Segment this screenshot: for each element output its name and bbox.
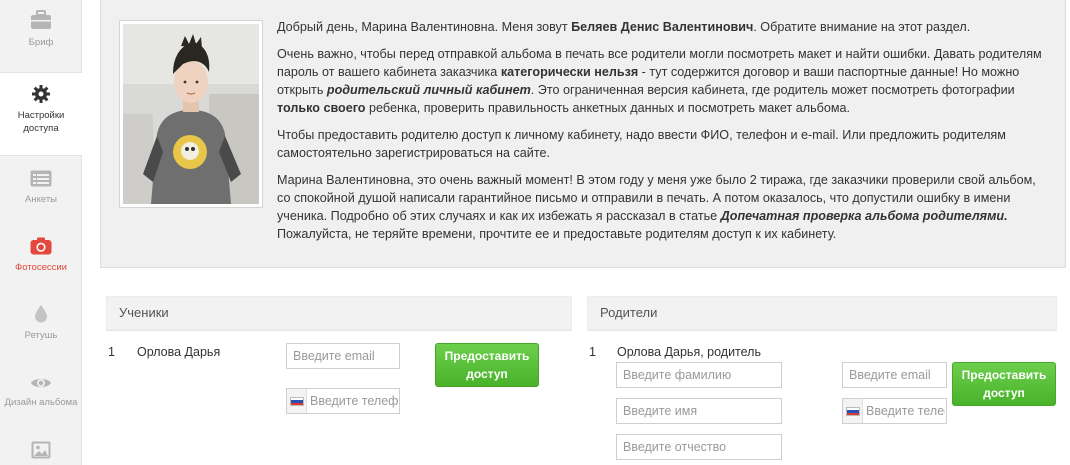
parent-row-number: 1 <box>589 345 596 359</box>
divider <box>106 330 572 331</box>
importance-paragraph: Очень важно, чтобы перед отправкой альбо… <box>277 47 1042 115</box>
sidebar-item-brief[interactable]: Бриф <box>0 10 82 60</box>
parent-firstname-input[interactable] <box>616 398 782 424</box>
sidebar-item-label: Дизайн альбома <box>4 397 78 408</box>
image-icon <box>31 441 51 459</box>
student-phone-field[interactable] <box>286 388 400 414</box>
article-link[interactable]: Допечатная проверка альбома родителями. <box>721 209 1008 223</box>
divider <box>587 330 1057 331</box>
list-icon <box>30 170 52 187</box>
parent-phone-field[interactable] <box>842 398 947 424</box>
sidebar-item-images[interactable] <box>0 441 82 463</box>
sidebar-item-label: Настройки доступа <box>17 110 65 134</box>
eye-icon <box>31 378 51 388</box>
russia-flag-icon <box>846 407 860 416</box>
parent-grant-access-button[interactable]: Предоставить доступ <box>952 362 1056 406</box>
sidebar-item-access-settings[interactable]: Настройки доступа <box>0 72 82 156</box>
sidebar-item-label: Анкеты <box>25 194 57 205</box>
sidebar: Бриф Настройки доступа Анкеты Фотосессии… <box>0 0 82 465</box>
manager-message: Добрый день, Марина Валентиновна. Меня з… <box>277 18 1047 252</box>
warning-paragraph: Марина Валентиновна, это очень важный мо… <box>277 173 1036 241</box>
manager-photo-image <box>123 24 259 204</box>
manager-photo <box>119 20 263 208</box>
country-selector[interactable] <box>843 399 863 423</box>
manager-info-panel: Добрый день, Марина Валентиновна. Меня з… <box>100 0 1066 268</box>
student-row-number: 1 <box>108 345 115 359</box>
parent-phone-input[interactable] <box>865 399 946 423</box>
student-email-input[interactable] <box>286 343 400 369</box>
camera-icon <box>30 237 52 255</box>
sidebar-item-label: Бриф <box>28 37 54 48</box>
gear-icon <box>32 85 50 103</box>
students-header: Ученики <box>106 296 572 330</box>
parent-cabinet-link[interactable]: родительский личный кабинет <box>327 83 531 97</box>
student-grant-access-button[interactable]: Предоставить доступ <box>435 343 539 387</box>
country-selector[interactable] <box>287 389 307 413</box>
greeting-paragraph: Добрый день, Марина Валентиновна. Меня з… <box>277 20 971 34</box>
sidebar-item-questionnaires[interactable]: Анкеты <box>0 170 82 210</box>
sidebar-item-label: Фотосессии <box>15 262 67 273</box>
student-name: Орлова Дарья <box>137 345 221 359</box>
parent-email-input[interactable] <box>842 362 947 388</box>
sidebar-item-label: Ретушь <box>24 330 58 341</box>
student-phone-input[interactable] <box>309 389 399 413</box>
sidebar-item-photosessions[interactable]: Фотосессии <box>0 237 82 277</box>
sidebar-item-retouch[interactable]: Ретушь <box>0 305 82 345</box>
access-instructions-paragraph: Чтобы предоставить родителю доступ к лич… <box>277 128 1006 160</box>
parents-header: Родители <box>587 296 1057 330</box>
russia-flag-icon <box>290 397 304 406</box>
briefcase-icon <box>31 10 51 29</box>
parent-patronymic-input[interactable] <box>616 434 782 460</box>
parent-surname-input[interactable] <box>616 362 782 388</box>
parent-name: Орлова Дарья, родитель <box>617 345 761 359</box>
drop-icon <box>35 305 47 323</box>
sidebar-item-album-design[interactable]: Дизайн альбома <box>0 376 82 416</box>
